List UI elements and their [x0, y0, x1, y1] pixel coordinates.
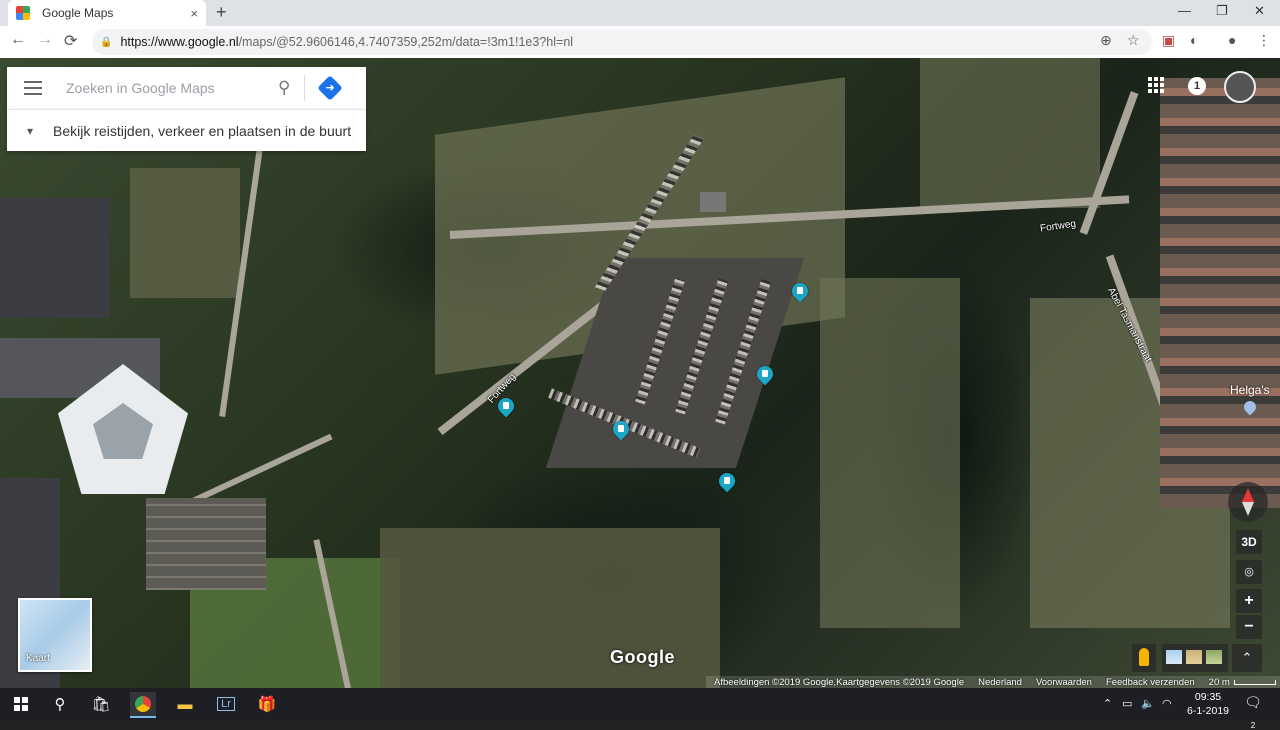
- clock-date: 6-1-2019: [1186, 705, 1230, 717]
- maximize-button[interactable]: ❐: [1216, 3, 1228, 19]
- address-bar-row: ← → ⟳ 🔒 https://www.google.nl/maps/@52.9…: [0, 26, 1280, 59]
- 3d-toggle-button[interactable]: 3D: [1236, 530, 1262, 554]
- small-building: [700, 192, 726, 212]
- street-view-pegman-icon[interactable]: [1132, 644, 1156, 672]
- store-icon[interactable]: 🛍: [88, 692, 114, 716]
- explore-nearby-bar[interactable]: ▾ Bekijk reistijden, verkeer en plaatsen…: [7, 109, 366, 151]
- start-button[interactable]: [8, 692, 34, 716]
- bookmark-star-icon[interactable]: ☆: [1127, 32, 1140, 49]
- windows-logo-icon: [14, 697, 28, 711]
- parking-pin[interactable]: [715, 469, 739, 495]
- browser-tab-bar: Google Maps × + — ❐ ✕: [0, 0, 1280, 26]
- imagery-thumb[interactable]: [1206, 650, 1222, 664]
- lightroom-icon[interactable]: Lr: [213, 692, 239, 716]
- expand-imagery-button[interactable]: ⌃: [1232, 644, 1262, 672]
- satellite-map[interactable]: Fortweg Fortweg Abel Tasmanstraat: [0, 58, 1280, 688]
- reload-button[interactable]: ⟳: [64, 31, 77, 51]
- terms-link[interactable]: Voorwaarden: [1036, 677, 1092, 688]
- map-type-toggle[interactable]: Kaart: [18, 598, 92, 672]
- scale-bar: [1233, 679, 1276, 685]
- imagery-thumb[interactable]: [1166, 650, 1182, 664]
- file-explorer-icon[interactable]: ▬: [172, 692, 198, 716]
- profile-avatar-icon[interactable]: ●: [1228, 32, 1236, 48]
- feedback-link[interactable]: Feedback verzenden: [1106, 677, 1195, 688]
- mound: [130, 168, 240, 298]
- chevron-down-icon[interactable]: ▾: [27, 124, 33, 138]
- account-avatar[interactable]: [1224, 71, 1256, 103]
- apps-grid-icon[interactable]: [1148, 77, 1164, 93]
- explore-nearby-text: Bekijk reistijden, verkeer en plaatsen i…: [53, 122, 352, 139]
- road-label-fortweg: Fortweg: [1039, 218, 1077, 235]
- parking-pin[interactable]: [788, 279, 812, 305]
- chrome-icon[interactable]: [130, 692, 156, 718]
- country-link[interactable]: Nederland: [978, 677, 1022, 688]
- compass-north-icon: [1242, 488, 1254, 502]
- parking-pin[interactable]: [609, 417, 633, 443]
- map-type-label: Kaart: [26, 653, 50, 664]
- lock-icon: 🔒: [100, 36, 113, 48]
- building: [0, 198, 110, 318]
- grass-field: [820, 278, 960, 628]
- zoom-in-button[interactable]: +: [1236, 589, 1262, 613]
- hamburger-menu-icon[interactable]: [24, 77, 42, 99]
- compass-south-icon: [1242, 502, 1254, 516]
- search-input[interactable]: [64, 79, 273, 97]
- tray-chevron-icon[interactable]: ⌃: [1103, 697, 1112, 710]
- google-maps-favicon-icon: [16, 6, 30, 20]
- search-taskbar-icon[interactable]: ⚲: [47, 692, 73, 716]
- map-footer: Afbeeldingen ©2019 Google,Kaartgegevens …: [706, 676, 1280, 688]
- google-logo: Google: [610, 647, 675, 667]
- back-button[interactable]: ←: [10, 31, 26, 49]
- forward-button[interactable]: →: [37, 31, 53, 49]
- minimize-button[interactable]: —: [1178, 3, 1191, 18]
- search-divider: [304, 75, 306, 101]
- taskbar-clock[interactable]: 09:35 6-1-2019: [1180, 690, 1236, 718]
- gift-icon[interactable]: 🎁: [254, 692, 280, 716]
- clock-time: 09:35: [1194, 691, 1222, 703]
- imagery-thumbnails[interactable]: [1162, 644, 1228, 672]
- grid-plaza: [146, 498, 266, 590]
- grass-field: [920, 58, 1100, 208]
- zoom-out-button[interactable]: −: [1236, 615, 1262, 639]
- attribution-text: Afbeeldingen ©2019 Google,Kaartgegevens …: [714, 676, 965, 688]
- search-icon[interactable]: ⚲: [278, 78, 290, 98]
- volume-icon[interactable]: 🔈: [1141, 697, 1155, 710]
- place-label-helgas[interactable]: Helga's: [1230, 383, 1270, 397]
- parking-pin[interactable]: [494, 394, 518, 420]
- zoom-icon[interactable]: ⊕: [1100, 32, 1112, 49]
- my-location-icon[interactable]: ◎: [1236, 560, 1262, 584]
- extension-icon[interactable]: ◐: [1190, 32, 1198, 48]
- scale-label[interactable]: 20 m: [1209, 677, 1230, 688]
- wifi-icon[interactable]: ◠: [1162, 697, 1172, 710]
- windows-taskbar: ⚲ 🛍 ▬ Lr 🎁 ⌃ ▭ 🔈 ◠: [0, 688, 1280, 720]
- pdf-extension-icon[interactable]: ▣: [1162, 32, 1175, 49]
- new-tab-button[interactable]: +: [216, 2, 227, 23]
- tab-google-maps[interactable]: Google Maps ×: [8, 0, 206, 26]
- action-center-icon[interactable]: 🗨2: [1242, 694, 1264, 730]
- imagery-thumb[interactable]: [1186, 650, 1202, 664]
- close-window-button[interactable]: ✕: [1254, 3, 1265, 19]
- tab-close-icon[interactable]: ×: [190, 6, 198, 21]
- tab-title: Google Maps: [42, 6, 114, 20]
- url-text: https://www.google.nl/maps/@52.9606146,4…: [120, 35, 574, 49]
- url-omnibox[interactable]: 🔒 https://www.google.nl/maps/@52.9606146…: [92, 29, 1152, 55]
- parking-pin[interactable]: [753, 362, 777, 388]
- row-houses: [1160, 78, 1280, 508]
- battery-icon[interactable]: ▭: [1122, 697, 1132, 710]
- search-box: ⚲ ➜: [7, 67, 366, 109]
- notification-badge[interactable]: 1: [1188, 77, 1206, 95]
- directions-icon[interactable]: ➜: [317, 75, 344, 101]
- menu-dots-icon[interactable]: ⋮: [1257, 32, 1271, 49]
